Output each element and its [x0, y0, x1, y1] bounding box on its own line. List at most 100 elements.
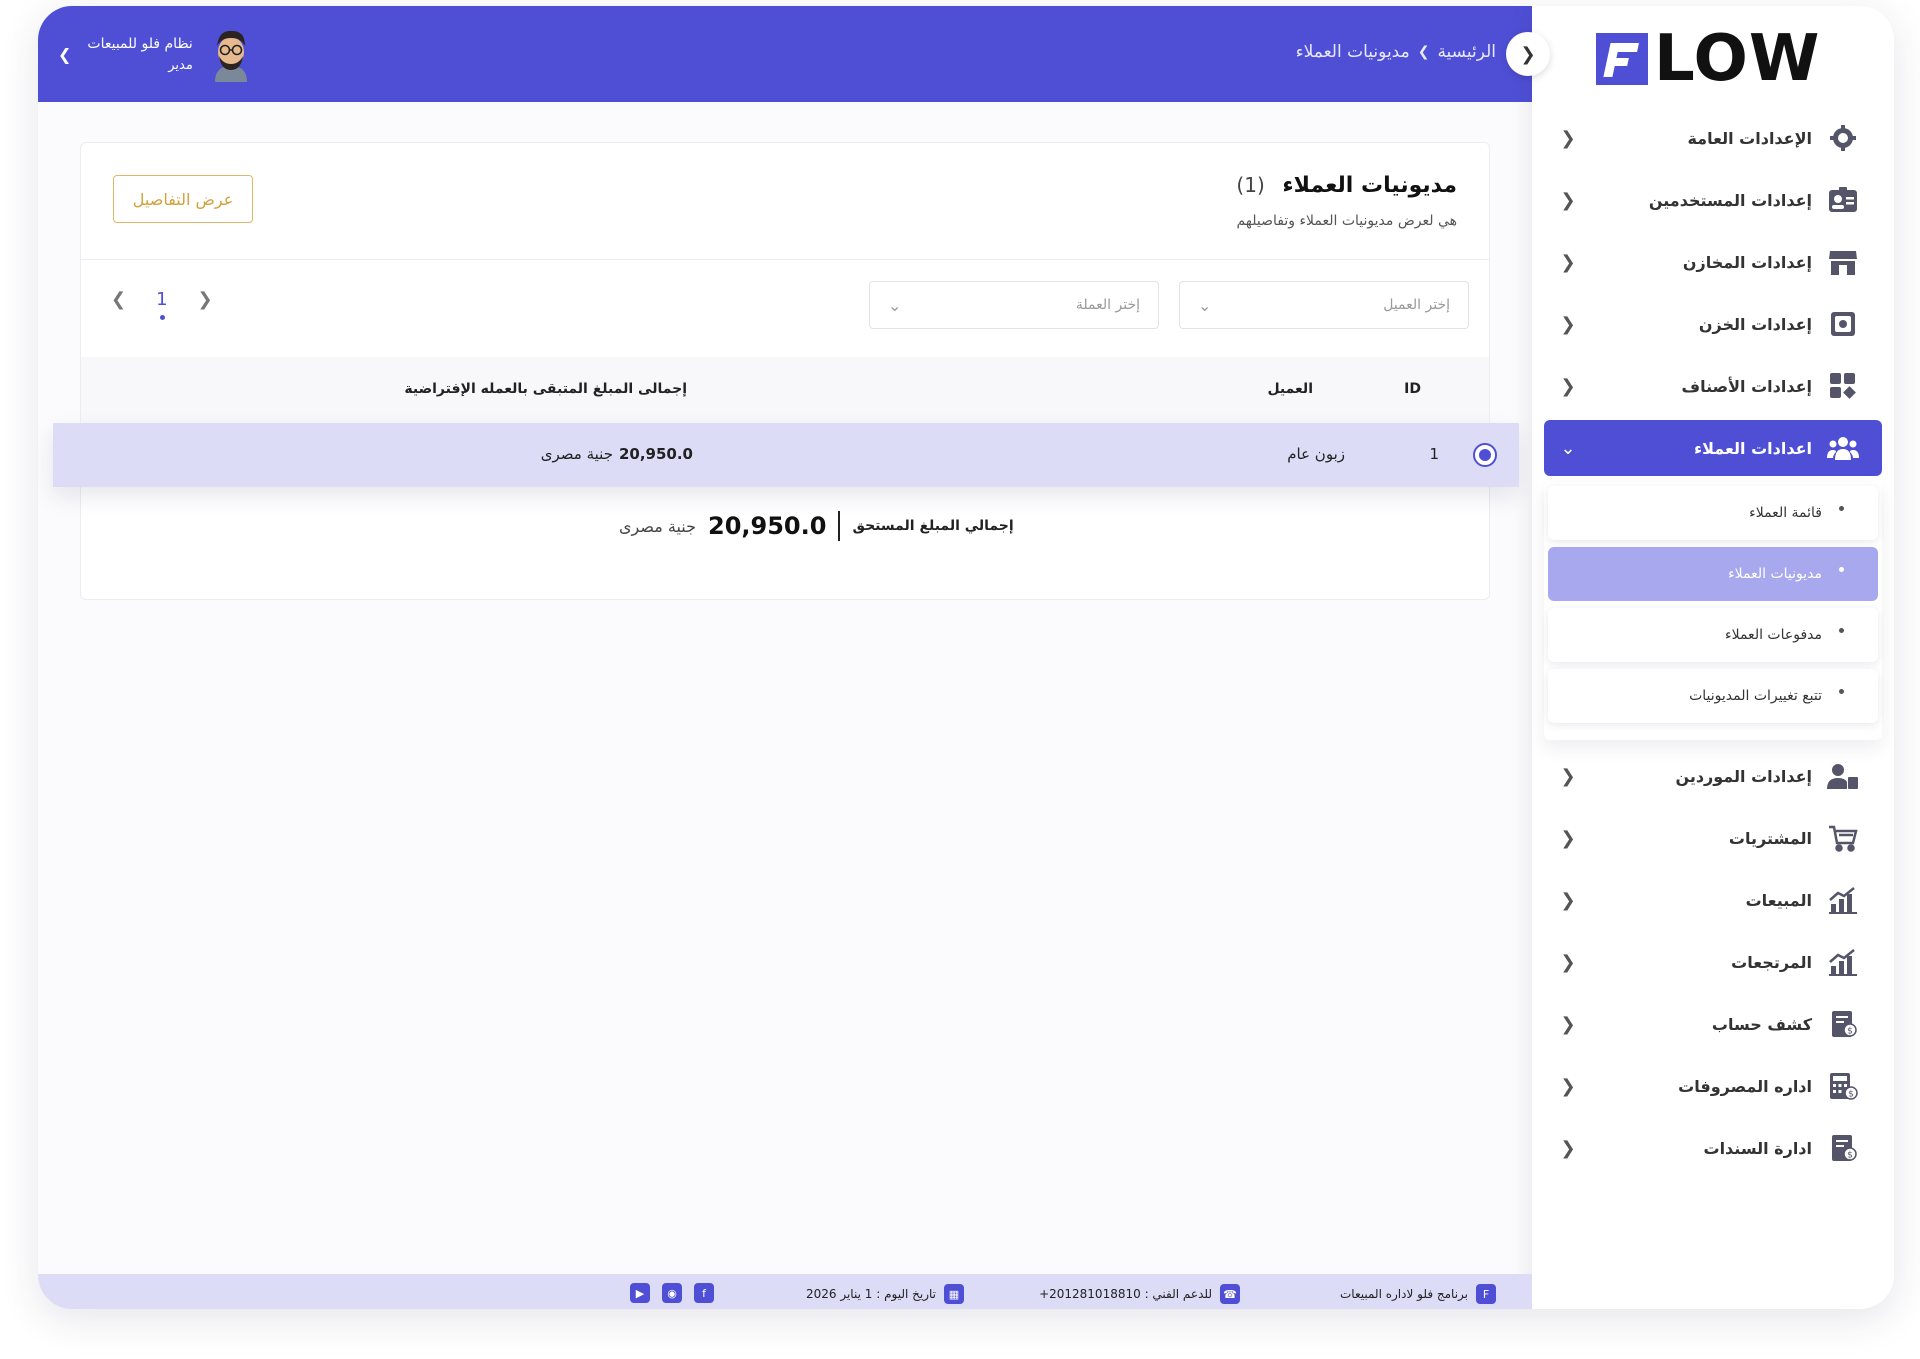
avatar[interactable] — [209, 26, 253, 82]
submenu-item-label: مديونيات العملاء — [1728, 566, 1822, 582]
submenu-item-label: تتبع تغييرات المديونيات — [1689, 688, 1822, 704]
user-info: نظام فلو للمبيعات مدير — [87, 36, 192, 73]
headset-icon: ☎ — [1220, 1284, 1240, 1304]
currency-select-placeholder: إختر العملة — [1075, 297, 1140, 313]
chevron-left-icon[interactable]: ❮ — [58, 45, 71, 64]
chevron-down-icon: ⌄ — [888, 295, 902, 315]
sidebar-item-returns[interactable]: المرتجعات ❮ — [1544, 934, 1882, 990]
footer-date-text: تاريخ اليوم : 1 يناير 2026 — [805, 1287, 936, 1301]
user-name: نظام فلو للمبيعات — [87, 35, 193, 52]
logo-mark-icon — [1596, 33, 1648, 85]
chevron-left-icon: ❮ — [1560, 951, 1576, 973]
pagination-page[interactable]: 1 — [156, 289, 168, 320]
footer-support: ☎ للدعم الفني : 201281018810+ — [1039, 1284, 1240, 1304]
safe-icon — [1826, 307, 1860, 341]
sidebar-item-users-settings[interactable]: إعدادات المستخدمين ❮ — [1544, 172, 1882, 228]
instagram-icon[interactable]: ◉ — [662, 1283, 682, 1303]
chevron-left-icon: ❮ — [1560, 127, 1576, 149]
sidebar-item-customers-settings[interactable]: اعدادات العملاء ⌄ — [1544, 420, 1882, 476]
customers-debts-card: مديونيات العملاء (1) هي لعرض مديونيات ال… — [53, 142, 1519, 600]
chevron-left-icon: ❮ — [1560, 827, 1576, 849]
card-divider — [81, 259, 1489, 260]
sidebar-item-categories-settings[interactable]: إعدادات الأصناف ❮ — [1544, 358, 1882, 414]
returns-chart-icon — [1826, 945, 1860, 979]
total-due-currency: جنية مصرى — [619, 516, 697, 536]
breadcrumb-home[interactable]: الرئيسية — [1437, 42, 1496, 62]
sidebar-menu: الإعدادات العامة ❮ إعدادات المستخدمين ❮ … — [1544, 110, 1882, 1182]
sidebar-item-suppliers-settings[interactable]: إعدادات الموردين ❮ — [1544, 748, 1882, 804]
chevron-left-icon: ❮ — [1560, 313, 1576, 335]
page-title: مديونيات العملاء (1) — [1236, 173, 1457, 198]
sidebar-item-label: المرتجعات — [1731, 952, 1812, 972]
cell-customer: زبون عام — [1287, 445, 1345, 463]
statement-icon: $ — [1826, 1007, 1860, 1041]
sales-chart-icon — [1826, 883, 1860, 917]
app-frame: الرئيسية ❯ مديونيات العملاء ❮ نظام فلو ل… — [38, 6, 1894, 1309]
sidebar-collapse-button[interactable]: ❯ — [1506, 32, 1550, 76]
sidebar-item-label: اعدادات العملاء — [1693, 438, 1812, 458]
pagination-prev-icon[interactable]: ❮ — [111, 289, 126, 310]
customer-select[interactable]: إختر العميل ⌄ — [1179, 281, 1469, 329]
chevron-down-icon: ⌄ — [1560, 437, 1576, 459]
view-details-button[interactable]: عرض التفاصيل — [113, 175, 253, 223]
record-count: (1) — [1236, 173, 1265, 197]
cell-id: 1 — [1429, 445, 1439, 463]
calculator-icon: $ — [1826, 1069, 1860, 1103]
currency-select[interactable]: إختر العملة ⌄ — [869, 281, 1159, 329]
submenu-item-customers-payments[interactable]: مدفوعات العملاء — [1548, 608, 1878, 662]
table-row[interactable]: 1 زبون عام 20,950.0 جنية مصرى — [53, 423, 1519, 487]
sidebar-item-stores-settings[interactable]: إعدادات المخازن ❮ — [1544, 234, 1882, 290]
sidebar-item-vouchers[interactable]: $ ادارة السندات ❮ — [1544, 1120, 1882, 1176]
chevron-left-icon: ❮ — [1560, 1013, 1576, 1035]
footer: F برنامج فلو لاداره المبيعات ☎ للدعم الف… — [38, 1274, 1532, 1309]
pagination-next-icon[interactable]: ❯ — [198, 289, 213, 310]
cell-amount-currency: جنية مصرى — [540, 445, 613, 463]
categories-icon — [1826, 369, 1860, 403]
chevron-left-icon: ❮ — [1560, 1075, 1576, 1097]
chevron-left-icon: ❮ — [1560, 251, 1576, 273]
chevron-left-icon: ❮ — [1560, 375, 1576, 397]
sidebar-item-safes-settings[interactable]: إعدادات الخزن ❮ — [1544, 296, 1882, 352]
user-role: مدير — [168, 57, 193, 73]
submenu-item-customers-list[interactable]: قائمة العملاء — [1548, 486, 1878, 540]
facebook-icon[interactable]: f — [694, 1283, 714, 1303]
sidebar-item-account-statement[interactable]: $ كشف حساب ❮ — [1544, 996, 1882, 1052]
sidebar-item-label: ادارة السندات — [1703, 1138, 1812, 1158]
chevron-left-icon: ❮ — [1560, 1137, 1576, 1159]
sidebar-item-label: المشتريات — [1728, 828, 1812, 848]
submenu-item-debt-changes[interactable]: تتبع تغييرات المديونيات — [1548, 669, 1878, 723]
sidebar-item-purchases[interactable]: المشتريات ❮ — [1544, 810, 1882, 866]
row-radio-selected[interactable] — [1473, 443, 1497, 467]
footer-date: ▦ تاريخ اليوم : 1 يناير 2026 — [806, 1284, 964, 1304]
sidebar-item-sales[interactable]: المبيعات ❮ — [1544, 872, 1882, 928]
youtube-icon[interactable]: ▶ — [630, 1283, 650, 1303]
sidebar-item-label: كشف حساب — [1711, 1014, 1812, 1034]
logo-text: LOW — [1654, 22, 1821, 96]
sidebar-item-label: إعدادات الموردين — [1675, 766, 1812, 786]
chevron-left-icon: ❮ — [1560, 189, 1576, 211]
footer-support-text: للدعم الفني : 201281018810+ — [1039, 1287, 1212, 1301]
submenu-item-label: قائمة العملاء — [1749, 505, 1822, 521]
footer-program: F برنامج فلو لاداره المبيعات — [1340, 1284, 1496, 1304]
sidebar-item-label: المبيعات — [1745, 890, 1812, 910]
user-menu[interactable]: ❮ نظام فلو للمبيعات مدير — [58, 26, 253, 82]
sidebar-item-general-settings[interactable]: الإعدادات العامة ❮ — [1544, 110, 1882, 166]
total-due-value: 20,950.0 — [708, 512, 827, 540]
sidebar: LOW الإعدادات العامة ❮ إعدادات المستخدمي… — [1532, 6, 1894, 1309]
submenu-item-customers-debts[interactable]: مديونيات العملاء — [1548, 547, 1878, 601]
page-title-text: مديونيات العملاء — [1282, 173, 1457, 198]
calendar-icon: ▦ — [944, 1284, 964, 1304]
customer-select-placeholder: إختر العميل — [1383, 297, 1450, 313]
total-divider — [838, 511, 841, 541]
chevron-left-icon: ❮ — [1560, 889, 1576, 911]
sidebar-item-label: الإعدادات العامة — [1687, 128, 1812, 148]
logo-mark-icon: F — [1476, 1284, 1496, 1304]
sidebar-item-expenses[interactable]: $ اداره المصروفات ❮ — [1544, 1058, 1882, 1114]
breadcrumb-current: مديونيات العملاء — [1295, 42, 1410, 62]
svg-text:$: $ — [1848, 1090, 1854, 1100]
cell-amount-value: 20,950.0 — [618, 445, 693, 463]
sidebar-item-label: اداره المصروفات — [1678, 1076, 1812, 1096]
chevron-right-icon: ❯ — [1520, 43, 1536, 65]
customers-submenu: قائمة العملاء مديونيات العملاء مدفوعات ا… — [1544, 482, 1882, 740]
gear-icon — [1826, 121, 1860, 155]
